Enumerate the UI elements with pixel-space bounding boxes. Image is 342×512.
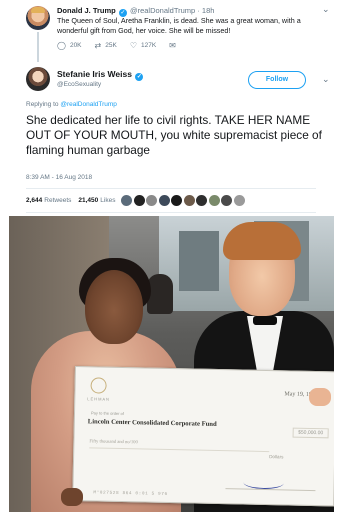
parent-tweet[interactable]: Donald J. Trump ✓ @realDonaldTrump · 18h… xyxy=(0,0,342,62)
liker-avatar[interactable] xyxy=(171,195,183,206)
author-name-row: Stefanie Iris Weiss ✓ xyxy=(57,69,144,81)
liker-avatar[interactable] xyxy=(208,195,220,206)
replying-to-handle[interactable]: @realDonaldTrump xyxy=(60,101,117,108)
liker-avatars[interactable] xyxy=(121,195,246,206)
divider xyxy=(26,212,316,213)
check-signature-line xyxy=(225,488,316,492)
divider xyxy=(26,188,316,189)
parent-tweet-text: The Queen of Soul, Aretha Franklin, is d… xyxy=(57,16,301,35)
photo-hand xyxy=(61,488,83,506)
likes-label[interactable]: Likes xyxy=(100,197,115,204)
liker-avatar[interactable] xyxy=(133,195,145,206)
likes-count[interactable]: 21,450 xyxy=(78,197,98,204)
photo-woman-face xyxy=(85,270,143,344)
verified-icon: ✓ xyxy=(135,73,144,81)
oversized-check: LEHMAN May 19, 1997 Pay to the order of … xyxy=(72,366,334,507)
liker-avatar[interactable] xyxy=(196,195,208,206)
check-pay-to-label: Pay to the order of xyxy=(90,410,124,417)
retweet-icon: ⇄ xyxy=(94,41,102,50)
bank-logo-icon xyxy=(90,377,107,394)
liker-avatar[interactable] xyxy=(158,195,170,206)
tweet-photo[interactable]: LEHMAN May 19, 1997 Pay to the order of … xyxy=(9,216,334,512)
tweet-text: She dedicated her life to civil rights. … xyxy=(26,113,322,158)
author-handle[interactable]: @EcoSexuality xyxy=(57,81,101,88)
retweets-count[interactable]: 2,644 xyxy=(26,197,42,204)
check-payee: Lincoln Center Consolidated Corporate Fu… xyxy=(87,418,217,428)
author-name[interactable]: Donald J. Trump xyxy=(57,6,116,15)
like-button[interactable]: ♡ 127K xyxy=(130,41,156,50)
retweet-count: 25K xyxy=(105,42,117,49)
check-signature xyxy=(243,476,284,490)
check-amount: $50,000.00 xyxy=(292,427,329,439)
replying-to-label: Replying to xyxy=(26,101,59,108)
follow-button[interactable]: Follow xyxy=(248,71,306,89)
liker-avatar[interactable] xyxy=(183,195,195,206)
avatar[interactable] xyxy=(26,6,50,30)
engagement-stats: 2,644 Retweets 21,450 Likes xyxy=(26,195,246,206)
liker-avatar[interactable] xyxy=(146,195,158,206)
replying-to: Replying to @realDonaldTrump xyxy=(26,101,117,108)
liker-avatar[interactable] xyxy=(221,195,233,206)
retweets-label[interactable]: Retweets xyxy=(44,197,71,204)
author-handle[interactable]: @realDonaldTrump · 18h xyxy=(130,6,214,15)
check-dollars-label: Dollars xyxy=(269,454,284,460)
check-bank-name: LEHMAN xyxy=(87,396,111,402)
tweet-timestamp[interactable]: 8:39 AM - 16 Aug 2018 xyxy=(26,174,92,181)
like-count: 127K xyxy=(140,42,157,49)
retweet-button[interactable]: ⇄ 25K xyxy=(95,41,117,50)
liker-avatar[interactable] xyxy=(121,195,133,206)
author-name[interactable]: Stefanie Iris Weiss xyxy=(57,69,132,79)
photo-hand xyxy=(309,388,331,406)
avatar[interactable] xyxy=(26,67,50,91)
reply-button[interactable]: ◯ 20K xyxy=(57,41,82,50)
check-micr-line: M°027528 864 0:01 5 976 xyxy=(93,490,168,497)
check-line xyxy=(89,447,270,453)
reply-count: 20K xyxy=(69,42,82,49)
photo-background-person xyxy=(147,274,173,314)
thread-connector xyxy=(37,32,39,62)
liker-avatar[interactable] xyxy=(233,195,245,206)
parent-tweet-actions: ◯ 20K ⇄ 25K ♡ 127K ✉ xyxy=(57,41,193,50)
photo-man-bowtie xyxy=(253,316,277,325)
reply-icon: ◯ xyxy=(57,41,66,50)
check-amount-words: Fifty thousand and no/100 xyxy=(89,438,138,445)
dm-button[interactable]: ✉ xyxy=(169,41,180,50)
like-icon: ♡ xyxy=(129,41,137,50)
caret-icon[interactable]: ⌄ xyxy=(322,4,330,15)
caret-icon[interactable]: ⌄ xyxy=(322,74,330,85)
dm-icon: ✉ xyxy=(169,41,176,50)
photo-man-hair xyxy=(223,222,301,260)
